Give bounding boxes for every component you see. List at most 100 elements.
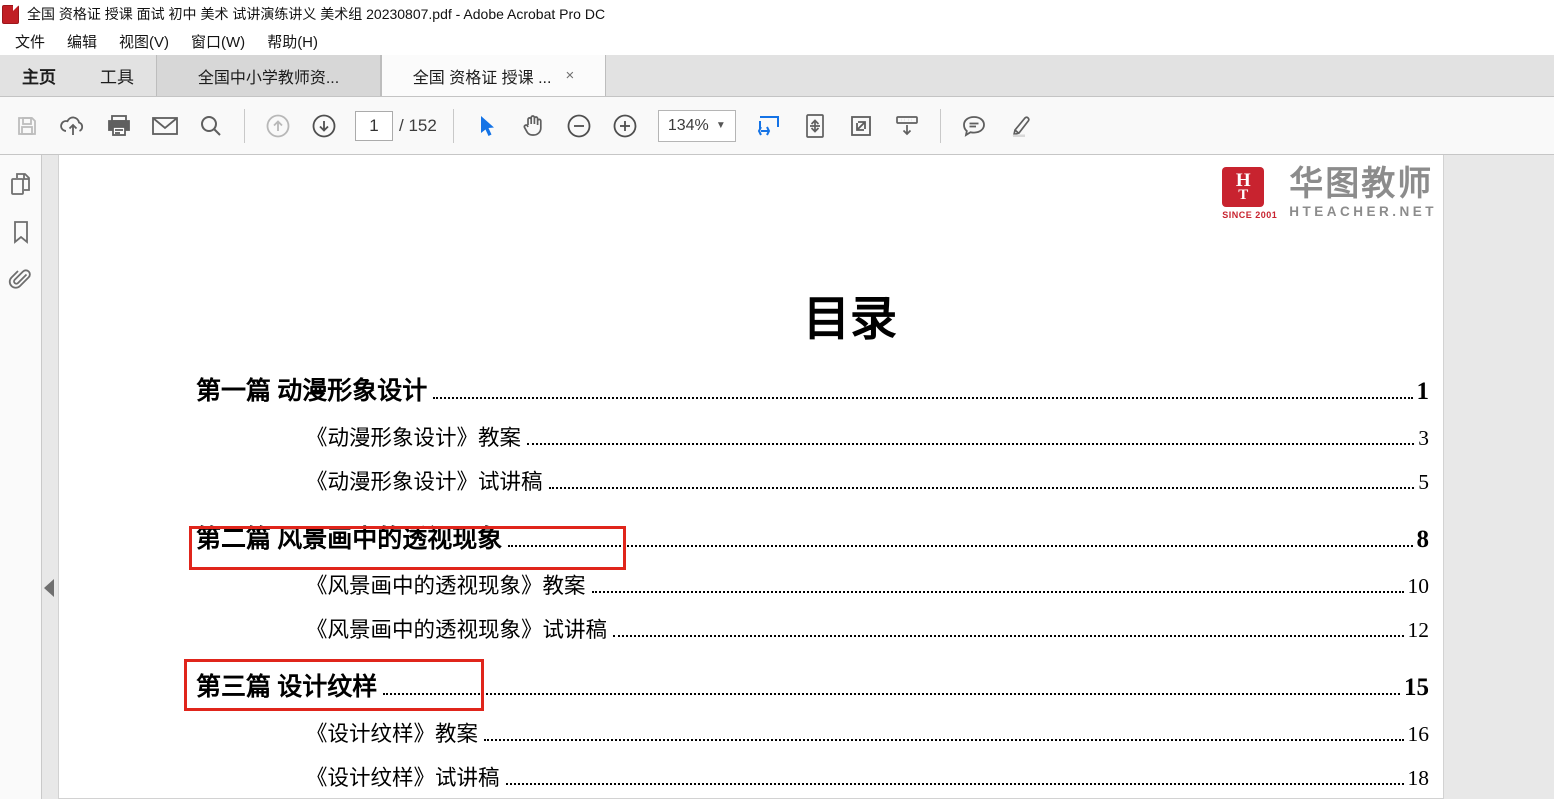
email-icon xyxy=(151,115,179,137)
toc-page-number: 12 xyxy=(1408,618,1430,643)
toc-dot-leader xyxy=(383,693,1400,695)
tab-home[interactable]: 主页 xyxy=(0,55,78,96)
page-thumbnails-icon xyxy=(9,171,33,197)
doc-tab-inactive[interactable]: 全国中小学教师资... xyxy=(156,55,381,96)
toc-entry[interactable]: 第二篇 风景画中的透视现象 8 xyxy=(59,519,1443,569)
fit-page-button[interactable] xyxy=(792,103,838,149)
toc-entry[interactable]: 《设计纹样》教案 16 xyxy=(59,717,1443,761)
tab-bar: 主页 工具 全国中小学教师资... 全国 资格证 授课 ... × xyxy=(0,55,1554,97)
zoom-in-icon xyxy=(612,113,638,139)
toc-entry[interactable]: 《风景画中的透视现象》试讲稿 12 xyxy=(59,613,1443,657)
menu-view[interactable]: 视图(V) xyxy=(108,29,180,54)
tab-tools[interactable]: 工具 xyxy=(78,55,156,96)
toc-entry[interactable]: 《风景画中的透视现象》教案 10 xyxy=(59,569,1443,613)
toc-page-number: 15 xyxy=(1404,674,1429,702)
collapse-pane-icon[interactable] xyxy=(44,579,54,597)
comment-button[interactable] xyxy=(951,103,997,149)
fullscreen-button[interactable] xyxy=(838,103,884,149)
cloud-upload-icon xyxy=(59,114,87,138)
attachments-button[interactable] xyxy=(6,265,36,295)
toc-entry-title: 《动漫形象设计》教案 xyxy=(306,421,521,452)
menu-window[interactable]: 窗口(W) xyxy=(180,29,256,54)
main-toolbar: / 152 134% ▼ xyxy=(0,97,1554,155)
menu-edit[interactable]: 编辑 xyxy=(56,29,108,54)
hand-tool-button[interactable] xyxy=(510,103,556,149)
toc-entry[interactable]: 第三篇 设计纹样 15 xyxy=(59,667,1443,717)
toc-entry-title: 《动漫形象设计》试讲稿 xyxy=(306,465,543,496)
toc-entry-title: 《设计纹样》教案 xyxy=(306,717,478,748)
toc-dot-leader xyxy=(613,635,1403,637)
toc-entry-title: 第二篇 风景画中的透视现象 xyxy=(196,519,502,555)
zoom-out-icon xyxy=(566,113,592,139)
menu-help[interactable]: 帮助(H) xyxy=(256,29,329,54)
toc-page-number: 16 xyxy=(1408,722,1430,747)
fit-page-icon xyxy=(803,113,827,139)
toc-page-number: 5 xyxy=(1418,470,1429,495)
email-button[interactable] xyxy=(142,103,188,149)
toc-entry-title: 《设计纹样》试讲稿 xyxy=(306,761,500,792)
toc-entry[interactable]: 第一篇 动漫形象设计 1 xyxy=(59,371,1443,421)
document-canvas[interactable]: H T SINCE 2001 华图教师 HTEACHER.NET 目录 第一篇 … xyxy=(42,155,1554,799)
bookmarks-button[interactable] xyxy=(6,217,36,247)
print-button[interactable] xyxy=(96,103,142,149)
chevron-down-icon: ▼ xyxy=(716,120,726,131)
scroll-mode-icon xyxy=(894,114,920,138)
save-icon xyxy=(15,114,39,138)
toolbar-divider xyxy=(453,109,454,143)
toc-page-number: 18 xyxy=(1408,766,1430,791)
comment-icon xyxy=(961,114,987,138)
toolbar-divider xyxy=(940,109,941,143)
huatu-logo-monogram: H T xyxy=(1222,167,1264,207)
hand-tool-icon xyxy=(521,114,545,138)
toc-dot-leader xyxy=(508,545,1412,547)
logo-domain: HTEACHER.NET xyxy=(1289,204,1437,219)
huatu-logo: H T SINCE 2001 华图教师 HTEACHER.NET xyxy=(1222,167,1437,220)
app-body: H T SINCE 2001 华图教师 HTEACHER.NET 目录 第一篇 … xyxy=(0,155,1554,799)
toc-entry[interactable]: 《设计纹样》试讲稿 18 xyxy=(59,761,1443,799)
logo-since-label: SINCE 2001 xyxy=(1222,210,1277,220)
page-count-label: / 152 xyxy=(399,116,437,136)
menu-file[interactable]: 文件 xyxy=(4,29,56,54)
save-button[interactable] xyxy=(4,103,50,149)
page-thumbnails-button[interactable] xyxy=(6,169,36,199)
doc-tab-active[interactable]: 全国 资格证 授课 ... × xyxy=(381,55,606,96)
print-icon xyxy=(106,114,132,138)
toc-entry[interactable]: 《动漫形象设计》试讲稿 5 xyxy=(59,465,1443,509)
search-icon xyxy=(199,114,223,138)
fullscreen-icon xyxy=(849,114,873,138)
next-page-icon xyxy=(311,113,337,139)
toc-page-number: 8 xyxy=(1417,526,1430,554)
highlight-icon xyxy=(1007,114,1033,138)
previous-page-button[interactable] xyxy=(255,103,301,149)
menu-bar: 文件 编辑 视图(V) 窗口(W) 帮助(H) xyxy=(0,28,1554,55)
zoom-out-button[interactable] xyxy=(556,103,602,149)
zoom-in-button[interactable] xyxy=(602,103,648,149)
search-button[interactable] xyxy=(188,103,234,149)
toc-dot-leader xyxy=(549,487,1415,489)
window-title: 全国 资格证 授课 面试 初中 美术 试讲演练讲义 美术组 20230807.p… xyxy=(27,4,605,24)
scroll-mode-button[interactable] xyxy=(884,103,930,149)
zoom-level-value: 134% xyxy=(668,117,709,135)
toc-dot-leader xyxy=(527,443,1414,445)
window-title-bar: 全国 资格证 授课 面试 初中 美术 试讲演练讲义 美术组 20230807.p… xyxy=(0,0,1554,28)
fit-width-icon xyxy=(756,113,782,139)
fit-width-button[interactable] xyxy=(746,103,792,149)
toc-dot-leader xyxy=(506,783,1404,785)
toc-entry[interactable]: 《动漫形象设计》教案 3 xyxy=(59,421,1443,465)
select-tool-button[interactable] xyxy=(464,103,510,149)
next-page-button[interactable] xyxy=(301,103,347,149)
page-number-input[interactable] xyxy=(355,111,393,141)
toc-entry-title: 第一篇 动漫形象设计 xyxy=(196,371,427,407)
toc-title: 目录 xyxy=(59,280,1443,349)
zoom-level-dropdown[interactable]: 134% ▼ xyxy=(658,110,736,142)
logo-brand-name: 华图教师 xyxy=(1289,167,1437,201)
cloud-upload-button[interactable] xyxy=(50,103,96,149)
toc-entry-title: 《风景画中的透视现象》试讲稿 xyxy=(306,613,607,644)
toc-page-number: 3 xyxy=(1418,426,1429,451)
navigation-pane xyxy=(0,155,42,799)
toc-dot-leader xyxy=(433,397,1412,399)
toc-dot-leader xyxy=(484,739,1403,741)
highlight-button[interactable] xyxy=(997,103,1043,149)
toc-entry-title: 《风景画中的透视现象》教案 xyxy=(306,569,586,600)
close-tab-icon[interactable]: × xyxy=(565,68,574,83)
